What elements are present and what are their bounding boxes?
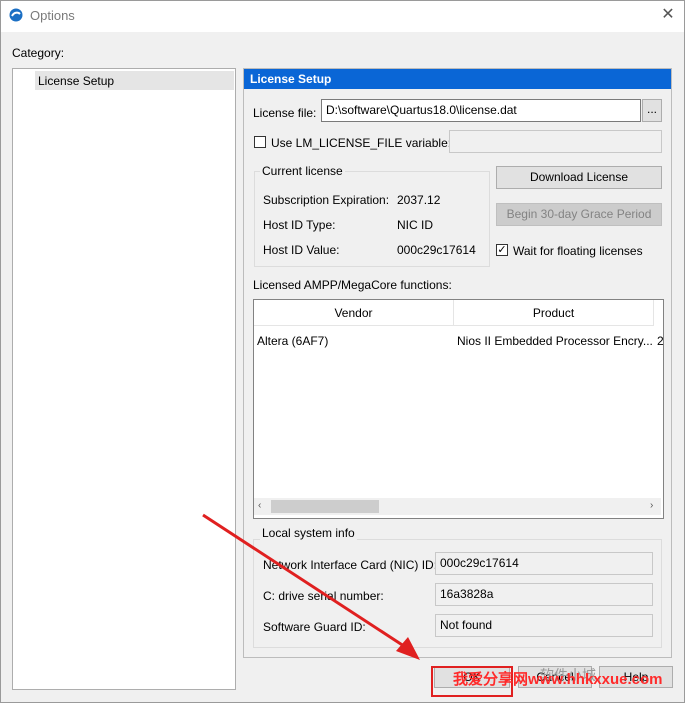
category-item-label: License Setup: [38, 74, 115, 88]
column-header-vendor[interactable]: Vendor: [254, 300, 454, 326]
panel-header-title: License Setup: [250, 72, 332, 86]
nic-id-label: Network Interface Card (NIC) ID:: [263, 558, 438, 572]
wait-floating-checkbox[interactable]: ✓: [496, 244, 508, 256]
scroll-right-icon[interactable]: ›: [650, 500, 653, 511]
category-item-license-setup[interactable]: License Setup: [35, 71, 234, 90]
title-bar: [0, 0, 685, 32]
ampp-label: Licensed AMPP/MegaCore functions:: [253, 278, 452, 292]
host-id-type-value: NIC ID: [397, 218, 433, 232]
nic-id-field: 000c29c17614: [435, 552, 653, 575]
current-license-title: Current license: [260, 164, 345, 178]
local-system-info-title: Local system info: [260, 526, 357, 540]
column-header-product[interactable]: Product: [454, 300, 654, 326]
ampp-table[interactable]: Vendor Product Altera (6AF7) Nios II Emb…: [253, 299, 664, 519]
download-license-button[interactable]: Download License: [496, 166, 662, 189]
table-cell-vendor: Altera (6AF7): [257, 334, 329, 348]
subscription-expiration-label: Subscription Expiration:: [263, 193, 390, 207]
drive-serial-label: C: drive serial number:: [263, 589, 384, 603]
host-id-type-label: Host ID Type:: [263, 218, 336, 232]
window-title: Options: [30, 8, 75, 23]
table-cell-product: Nios II Embedded Processor Encry...: [457, 334, 653, 348]
drive-serial-field: 16a3828a: [435, 583, 653, 606]
table-horizontal-scrollbar[interactable]: ‹ ›: [254, 498, 661, 515]
software-guard-field: Not found: [435, 614, 653, 637]
category-label: Category:: [12, 46, 65, 60]
grace-period-button[interactable]: Begin 30-day Grace Period: [496, 203, 662, 226]
license-file-input[interactable]: D:\software\Quartus18.0\license.dat: [321, 99, 641, 122]
browse-button[interactable]: ...: [642, 99, 662, 122]
scrollbar-thumb[interactable]: [271, 500, 379, 513]
wait-floating-label: Wait for floating licenses: [513, 244, 643, 258]
subscription-expiration-value: 2037.12: [397, 193, 441, 207]
software-guard-label: Software Guard ID:: [263, 620, 366, 634]
host-id-value-label: Host ID Value:: [263, 243, 340, 257]
license-file-label: License file:: [253, 106, 317, 120]
panel-header: License Setup: [244, 69, 671, 89]
lm-license-label: Use LM_LICENSE_FILE variable:: [271, 136, 452, 150]
license-setup-panel: License Setup License file: D:\software\…: [243, 68, 672, 658]
lm-license-input[interactable]: [449, 130, 662, 153]
close-icon[interactable]: ✕: [657, 4, 679, 26]
host-id-value-value: 000c29c17614: [397, 243, 476, 257]
scroll-left-icon[interactable]: ‹: [258, 500, 261, 511]
lm-license-checkbox[interactable]: [254, 136, 266, 148]
watermark-red: 我爱分享网www.hhkxxue.com: [453, 671, 663, 688]
table-cell-extra: 2: [657, 334, 664, 348]
app-icon: [9, 8, 23, 22]
category-tree: License Setup: [12, 68, 236, 690]
